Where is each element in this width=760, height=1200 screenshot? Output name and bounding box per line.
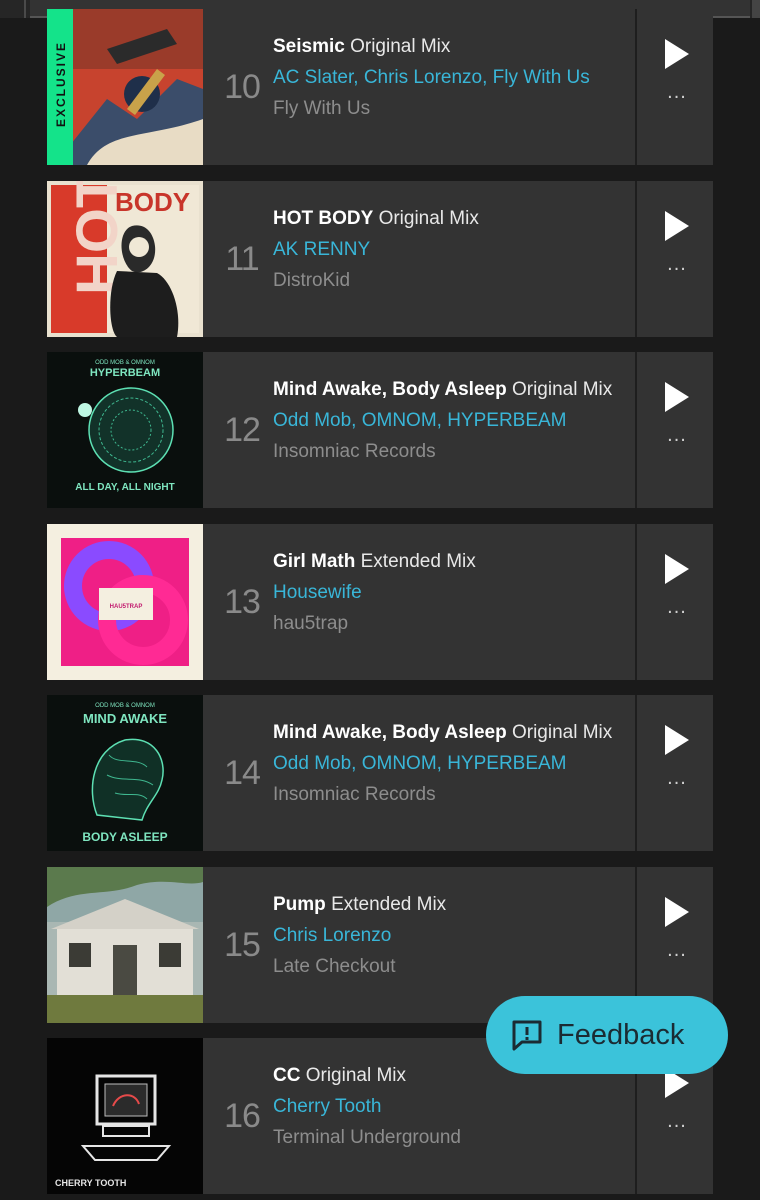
track-title[interactable]: Seismic [273, 36, 345, 57]
album-art[interactable]: HAU5TRAP [47, 524, 203, 680]
track-row[interactable]: ODD MOB & OMNOM MIND AWAKE BODY ASLEEP 1… [47, 695, 713, 851]
track-artists[interactable]: Odd Mob, OMNOM, HYPERBEAM [273, 409, 641, 433]
divider [635, 352, 637, 508]
track-title[interactable]: CC [273, 1065, 300, 1086]
track-artists[interactable]: Cherry Tooth [273, 1095, 641, 1119]
track-row[interactable]: ODD MOB & OMNOM HYPERBEAM ALL DAY, ALL N… [47, 352, 713, 508]
track-rank: 10 [224, 68, 261, 106]
track-title-line[interactable]: HOT BODY Original Mix [273, 207, 641, 231]
play-icon[interactable] [665, 897, 689, 927]
more-options-icon[interactable]: ... [659, 425, 695, 448]
exclusive-badge-text: EXCLUSIVE [54, 41, 68, 127]
play-icon[interactable] [665, 39, 689, 69]
art-text: ALL DAY, ALL NIGHT [75, 482, 174, 493]
more-options-icon[interactable]: ... [659, 768, 695, 791]
art-text: HAU5TRAP [110, 604, 143, 610]
track-title-line[interactable]: Mind Awake, Body Asleep Original Mix [273, 378, 641, 402]
divider [635, 524, 637, 680]
track-artists[interactable]: AK RENNY [273, 238, 641, 262]
album-art[interactable]: ODD MOB & OMNOM MIND AWAKE BODY ASLEEP [47, 695, 203, 851]
track-title[interactable]: Mind Awake, Body Asleep [273, 722, 507, 743]
top-bar-segment [0, 0, 26, 18]
track-title-line[interactable]: Seismic Original Mix [273, 35, 641, 59]
track-label[interactable]: Fly With Us [273, 97, 641, 121]
track-label[interactable]: Insomniac Records [273, 783, 641, 807]
track-artists[interactable]: AC Slater, Chris Lorenzo, Fly With Us [273, 66, 641, 90]
art-text: BODY ASLEEP [82, 830, 167, 844]
art-text: CHERRY TOOTH [55, 1178, 126, 1188]
track-title-line[interactable]: Mind Awake, Body Asleep Original Mix [273, 721, 641, 745]
track-title[interactable]: Pump [273, 894, 326, 915]
track-label[interactable]: DistroKid [273, 269, 641, 293]
album-art[interactable] [47, 867, 203, 1023]
track-mix: Original Mix [305, 1065, 407, 1086]
more-options-icon[interactable]: ... [659, 82, 695, 105]
track-title[interactable]: Mind Awake, Body Asleep [273, 379, 507, 400]
track-label[interactable]: Terminal Underground [273, 1126, 641, 1150]
divider [635, 695, 637, 851]
art-text: ODD MOB & OMNOM [95, 703, 155, 709]
track-mix: Original Mix [511, 722, 613, 743]
play-icon[interactable] [665, 382, 689, 412]
track-rank: 15 [224, 926, 261, 964]
track-rank: 12 [224, 411, 261, 449]
track-rank: 11 [225, 240, 259, 278]
album-art[interactable]: HOT BODY [47, 181, 203, 337]
album-art[interactable]: CHERRY TOOTH [47, 1038, 203, 1194]
play-icon[interactable] [665, 211, 689, 241]
play-icon[interactable] [665, 725, 689, 755]
track-row[interactable]: HOT BODY 11 HOT BODY Original Mix AK REN… [47, 181, 713, 337]
message-alert-icon [512, 1020, 542, 1051]
track-artists[interactable]: Odd Mob, OMNOM, HYPERBEAM [273, 752, 641, 776]
track-rank: 14 [224, 754, 261, 792]
track-label[interactable]: hau5trap [273, 612, 641, 636]
track-row[interactable]: EXCLUSIVE 10 Seismic Original Mix AC Sla… [47, 9, 713, 165]
more-options-icon[interactable]: ... [659, 940, 695, 963]
track-label[interactable]: Late Checkout [273, 955, 641, 979]
art-text: BODY [115, 187, 190, 217]
track-mix: Extended Mix [331, 894, 447, 915]
track-artists[interactable]: Housewife [273, 581, 641, 605]
track-row[interactable]: HAU5TRAP 13 Girl Math Extended Mix House… [47, 524, 713, 680]
track-mix: Original Mix [511, 379, 613, 400]
track-artists[interactable]: Chris Lorenzo [273, 924, 641, 948]
album-art[interactable]: ODD MOB & OMNOM HYPERBEAM ALL DAY, ALL N… [47, 352, 203, 508]
more-options-icon[interactable]: ... [659, 254, 695, 277]
track-mix: Original Mix [350, 36, 451, 57]
track-title[interactable]: Girl Math [273, 551, 355, 572]
track-rank: 16 [224, 1097, 261, 1135]
art-text: HYPERBEAM [90, 367, 160, 379]
track-mix: Extended Mix [360, 551, 476, 572]
divider [635, 181, 637, 337]
track-title[interactable]: HOT BODY [273, 208, 373, 229]
play-icon[interactable] [665, 554, 689, 584]
art-text: ODD MOB & OMNOM [95, 360, 155, 366]
more-options-icon[interactable]: ... [659, 597, 695, 620]
album-art[interactable]: EXCLUSIVE [47, 9, 203, 165]
divider [635, 9, 637, 165]
feedback-label: Feedback [557, 1019, 685, 1051]
art-text: MIND AWAKE [83, 711, 167, 726]
track-mix: Original Mix [378, 208, 479, 229]
track-title-line[interactable]: Girl Math Extended Mix [273, 550, 641, 574]
more-options-icon[interactable]: ... [659, 1111, 695, 1134]
track-rank: 13 [224, 583, 261, 621]
top-bar-segment [752, 0, 760, 18]
feedback-button[interactable]: Feedback [486, 996, 728, 1074]
track-title-line[interactable]: Pump Extended Mix [273, 893, 641, 917]
track-label[interactable]: Insomniac Records [273, 440, 641, 464]
